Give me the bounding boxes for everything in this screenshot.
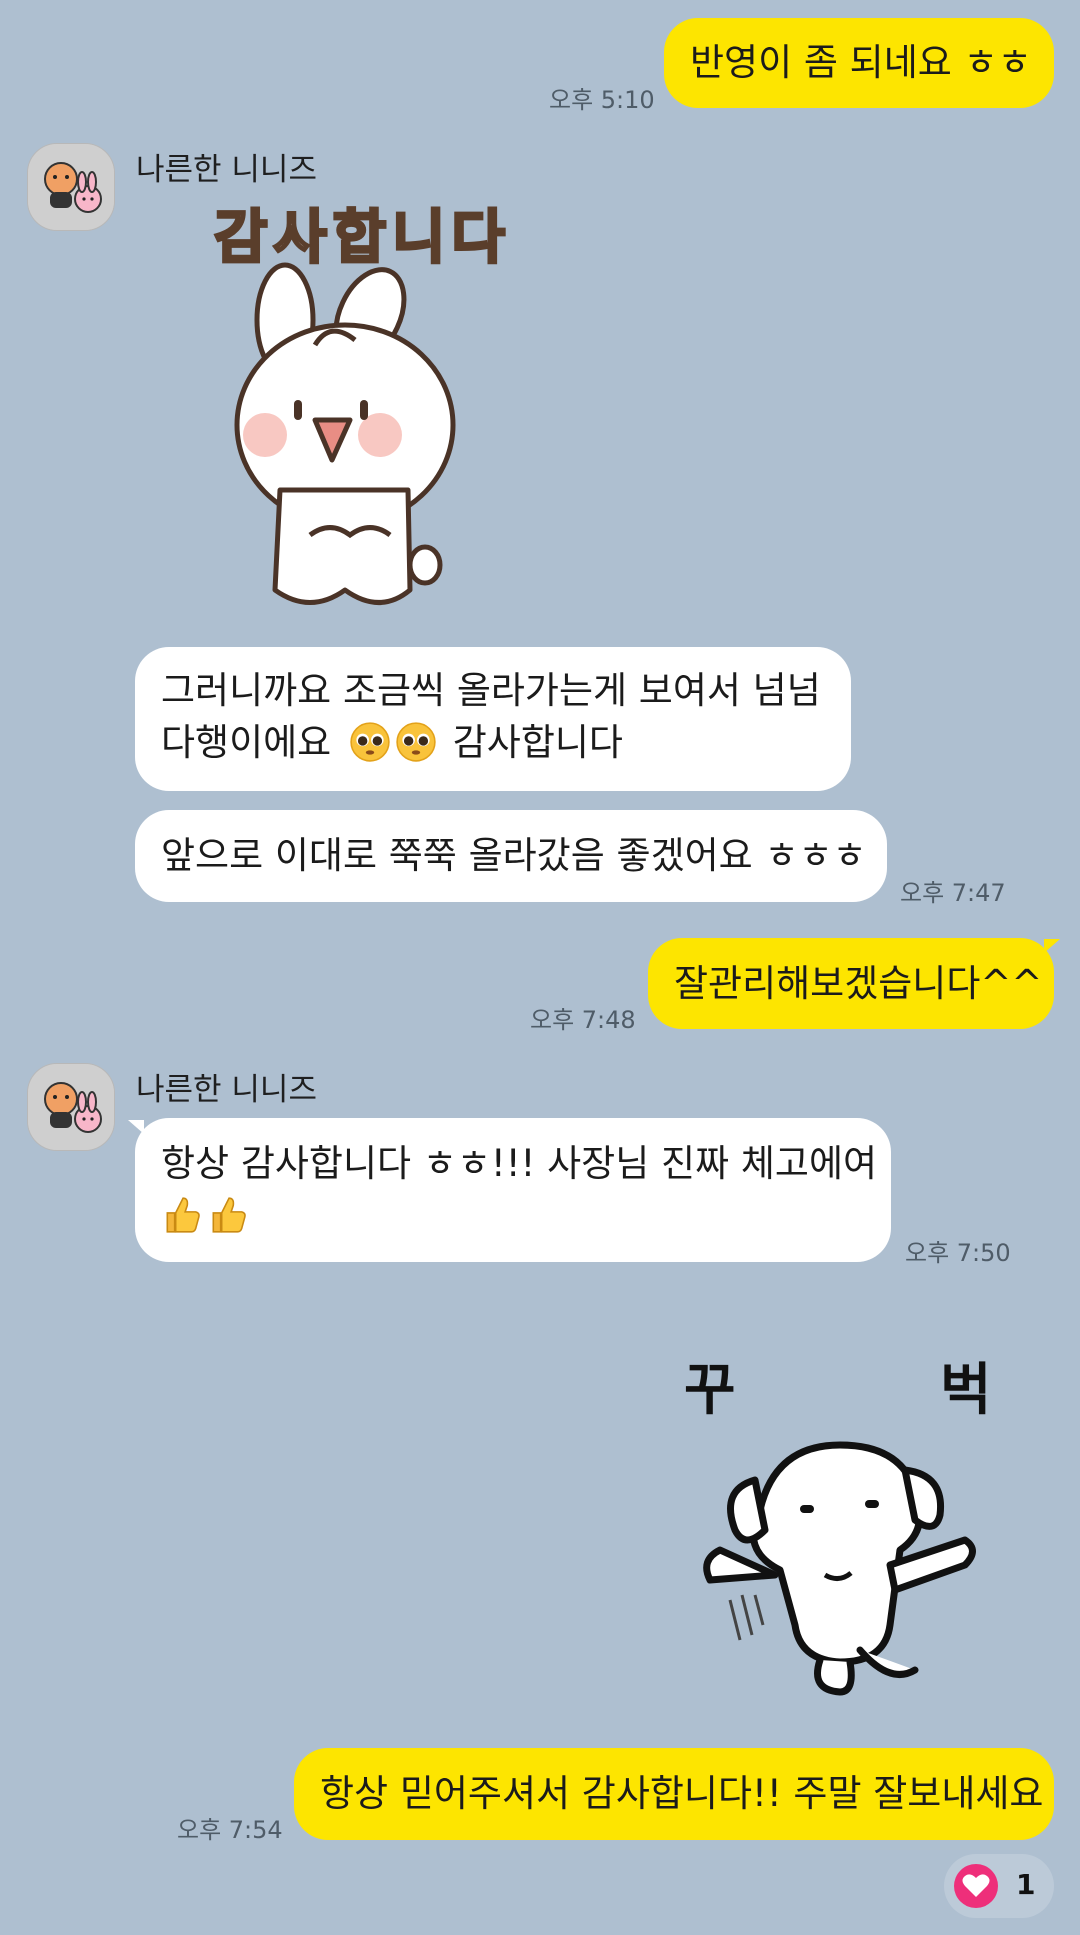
my-message-bubble[interactable]: 반영이 좀 되네요 ㅎㅎ xyxy=(664,18,1054,108)
my-message-bubble[interactable]: 항상 믿어주셔서 감사합니다!! 주말 잘보내세요 xyxy=(294,1748,1054,1840)
sender-name: 나른한 니니즈 xyxy=(136,1072,317,1108)
message-text: 반영이 좀 되네요 ㅎㅎ xyxy=(690,41,1032,84)
message-time: 오후 7:54 xyxy=(177,1816,283,1844)
my-message-bubble[interactable]: 잘관리해보겠습니다^^ xyxy=(648,938,1054,1029)
message-emoji-line xyxy=(161,1190,865,1242)
message-text: 앞으로 이대로 쭉쭉 올라갔음 좋겠어요 ㅎㅎㅎ xyxy=(161,834,867,877)
sender-avatar[interactable] xyxy=(27,1063,115,1151)
reaction-badge[interactable]: 1 xyxy=(944,1854,1054,1918)
message-text-line: 다행이에요 감사합니다 xyxy=(161,721,623,764)
message-time: 오후 7:48 xyxy=(530,1006,636,1034)
their-message-bubble[interactable]: 항상 감사합니다 ㅎㅎ!!! 사장님 진짜 체고에여 xyxy=(135,1118,891,1262)
message-time: 오후 5:10 xyxy=(549,86,655,114)
pleading-face-emoji xyxy=(396,722,436,762)
message-text: 잘관리해보겠습니다^^ xyxy=(674,962,1043,1005)
heart-icon xyxy=(954,1864,998,1908)
sender-name: 나른한 니니즈 xyxy=(136,152,317,188)
reaction-count: 1 xyxy=(1016,1868,1036,1901)
thumbs-up-emoji xyxy=(166,1197,200,1233)
their-message-bubble[interactable]: 앞으로 이대로 쭉쭉 올라갔음 좋겠어요 ㅎㅎㅎ xyxy=(135,810,887,902)
puppy-sticker[interactable] xyxy=(700,1400,990,1700)
message-text-line: 그러니까요 조금씩 올라가는게 보여서 넘넘 xyxy=(161,669,821,712)
message-text: 항상 믿어주셔서 감사합니다!! 주말 잘보내세요 xyxy=(320,1772,1044,1815)
message-text-line: 항상 감사합니다 ㅎㅎ!!! 사장님 진짜 체고에여 xyxy=(161,1142,878,1185)
sender-avatar[interactable] xyxy=(27,143,115,231)
pleading-face-emoji xyxy=(350,722,390,762)
bunny-sticker[interactable] xyxy=(220,260,470,620)
message-time: 오후 7:47 xyxy=(900,879,1006,907)
message-time: 오후 7:50 xyxy=(905,1239,1011,1267)
bubble-tail xyxy=(1044,939,1060,953)
their-message-bubble[interactable]: 그러니까요 조금씩 올라가는게 보여서 넘넘 다행이에요 감사합니다 xyxy=(135,647,851,791)
avatar-image xyxy=(28,144,114,230)
avatar-image xyxy=(28,1064,114,1150)
thumbs-up-emoji xyxy=(212,1197,246,1233)
